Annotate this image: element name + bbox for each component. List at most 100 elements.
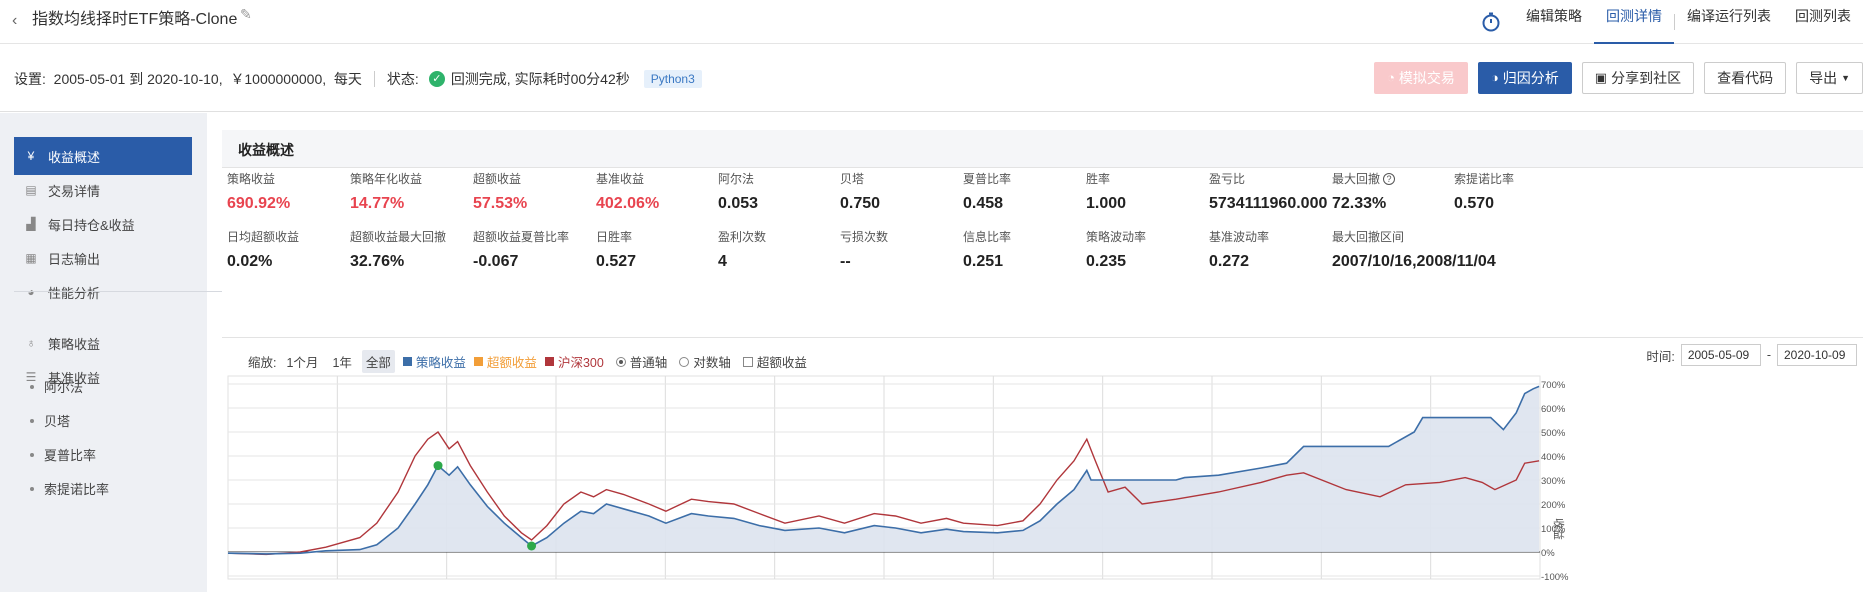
share-button[interactable]: ▣ 分享到社区 [1581,62,1695,94]
sidebar-sub-alpha[interactable]: 阿尔法 [30,377,83,396]
settings-separator [373,71,375,87]
metric-label: 阿尔法 [718,170,858,187]
y-tick-label: 400% [1541,452,1566,463]
sidebar-item-performance[interactable]: ◕ 性能分析 [14,273,192,311]
metric-label-text: 夏普比率 [963,172,1012,186]
metric-label-text: 最大回撤 [1332,172,1381,186]
date-to-input[interactable]: 2020-10-09 [1777,344,1857,366]
date-dash: - [1766,348,1771,362]
y-tick-label: 500% [1541,428,1566,439]
excess-checkbox[interactable] [742,356,753,367]
metric-label-text: 基准波动率 [1209,230,1270,244]
sidebar-item-label: 收益概述 [48,149,101,165]
sidebar-sub-label: 索提诺比率 [44,482,110,497]
metric-label: 索提诺比率 [1454,170,1594,187]
metric-value: 0.750 [840,195,881,212]
legend-benchmark[interactable]: 沪深300 [544,352,604,371]
metric-label: 策略波动率 [1086,228,1226,245]
nav-backtest-detail[interactable]: 回测详情 [1594,0,1674,44]
metric-label: 亏损次数 [840,228,980,245]
share-label: 分享到社区 [1611,70,1682,86]
sim-trade-label: 模拟交易 [1398,70,1455,86]
metric-row1-2: 超额收益 57.53% [473,170,613,213]
metric-label: 最大回撤? [1332,170,1472,187]
yen-circle-icon: ¥ [27,149,35,163]
zoom-1m-button[interactable]: 1个月 [282,350,322,373]
view-code-button[interactable]: 查看代码 [1704,62,1787,94]
pencil-icon[interactable]: ✎ [240,6,252,23]
sidebar-item-positions[interactable]: ▟ 每日持仓&收益 [14,205,192,243]
export-label: 导出 [1809,70,1838,86]
sidebar-item-logs[interactable]: ▦ 日志输出 [14,239,192,277]
metric-row1-10: 索提诺比率 0.570 [1454,170,1594,213]
caret-down-icon: ▼ [1841,73,1850,83]
settings-bar: 设置: 2005-05-01 到 2020-10-10, ￥1000000000… [0,44,1863,112]
export-button[interactable]: 导出 ▼ [1796,62,1863,94]
metric-label: 夏普比率 [963,170,1103,187]
nav-compile-list[interactable]: 编译运行列表 [1675,0,1783,44]
metric-label: 盈亏比 [1209,170,1349,187]
sidebar-sub-beta[interactable]: 贝塔 [30,411,70,430]
sidebar: ¥ 收益概述 ▤ 交易详情 ▟ 每日持仓&收益 ▦ 日志输出 ◕ 性能分析 ♁ 策略收益 ☰… [0,113,222,592]
legend-swatch [402,357,412,366]
metric-row1-1: 策略年化收益 14.77% [350,170,490,213]
legend-swatch [544,357,554,366]
sidebar-sub-label: 夏普比率 [44,448,97,463]
status-label: 状态: [386,71,419,87]
chevron-left-icon[interactable]: ‹ [12,12,17,30]
stopwatch-icon [1482,12,1500,32]
sim-trade-button[interactable]: ◔ 模拟交易 [1374,62,1468,94]
log-axis-radio[interactable] [679,356,690,367]
legend-excess[interactable]: 超额收益 [473,352,537,371]
help-icon[interactable]: ? [1383,172,1396,185]
metric-label: 超额收益 [473,170,613,187]
bar-chart-icon: ▟ [26,217,36,231]
metric-label: 日胜率 [596,228,736,245]
metric-value: 0.458 [963,195,1004,212]
metric-row1-3: 基准收益 402.06% [596,170,736,213]
legend-label: 沪深300 [557,356,604,370]
date-from-input[interactable]: 2005-05-09 [1680,344,1761,366]
sidebar-sub-label: 贝塔 [44,414,71,429]
metric-label-text: 超额收益 [473,172,522,186]
metric-row2-4: 盈利次数 4 [718,228,858,271]
document-icon: ▤ [25,183,37,197]
nav-backtest-list[interactable]: 回测列表 [1783,0,1863,44]
metric-row2-3: 日胜率 0.527 [596,228,736,271]
sidebar-sub-sharpe[interactable]: 夏普比率 [30,445,96,464]
attribution-button[interactable]: ◑ 归因分析 [1477,62,1572,94]
metric-label-text: 超额收益最大回撤 [350,230,447,244]
metric-value: 0.570 [1454,195,1495,212]
nav-edit-strategy[interactable]: 编辑策略 [1514,0,1594,44]
metric-row1-5: 贝塔 0.750 [840,170,980,213]
zoom-label: 缩放: [248,356,277,370]
sidebar-item-strategy-returns[interactable]: ♁ 策略收益 [14,324,192,362]
sidebar-sub-sortino[interactable]: 索提诺比率 [30,479,109,498]
zoom-1y-button[interactable]: 1年 [328,350,355,373]
bulb-icon: ♁ [26,336,36,350]
sidebar-item-label: 交易详情 [48,183,101,199]
metric-value: 5734111960.000 [1209,195,1328,212]
action-buttons: ◔ 模拟交易 ◑ 归因分析 ▣ 分享到社区 查看代码 导出 ▼ [1364,62,1863,94]
sidebar-item-overview[interactable]: ¥ 收益概述 [14,137,192,175]
metric-label: 最大回撤区间 [1332,228,1472,245]
metric-label-text: 阿尔法 [718,172,755,186]
metric-row2-1: 超额收益最大回撤 32.76% [350,228,490,271]
linear-axis-label: 普通轴 [629,356,668,370]
chart-controls: 缩放: 1个月 1年 全部 策略收益 超额收益 沪深300 普通轴 对数轴 超额… [248,350,807,373]
linear-axis-radio[interactable] [615,356,626,367]
y-tick-label: 300% [1541,476,1566,487]
overview-panel: 收益概述 策略收益 690.92% 策略年化收益 14.77% 超额收益 57.53% 基准… [222,130,1863,592]
sidebar-item-trades[interactable]: ▤ 交易详情 [14,171,192,209]
metric-value: 2007/10/16,2008/11/04 [1332,253,1496,270]
top-bar: ‹ 指数均线择时ETF策略-Clone ✎ 编辑策略 回测详情 编译运行列表 回… [0,0,1863,44]
excess-checkbox-label: 超额收益 [756,356,807,370]
drawdown-marker [527,541,537,551]
metric-label-text: 贝塔 [840,172,865,186]
metric-value: 1.000 [1086,195,1127,212]
metric-label: 盈利次数 [718,228,858,245]
metric-label-text: 策略年化收益 [350,172,423,186]
returns-chart: 700%600%500%400%300%200%100%0%-100%收益 [227,375,1569,583]
zoom-all-button[interactable]: 全部 [361,350,395,373]
legend-strategy[interactable]: 策略收益 [402,352,466,371]
